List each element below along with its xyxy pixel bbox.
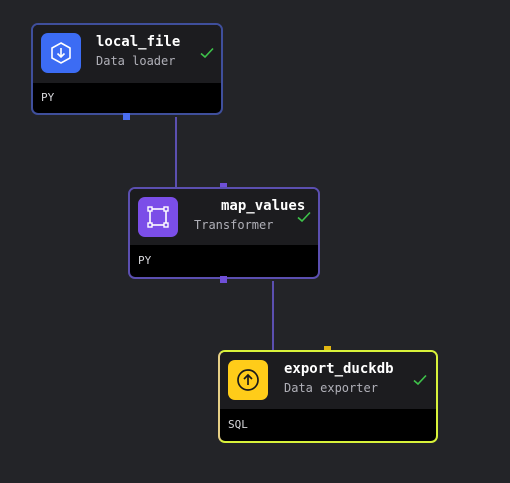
block-local-file[interactable]: local_file Data loader PY — [31, 23, 223, 115]
pipeline-canvas[interactable]: local_file Data loader PY map_values Tra… — [0, 0, 510, 483]
block-title: export_duckdb — [284, 361, 394, 377]
output-port-map-values[interactable] — [220, 276, 227, 283]
block-type: Transformer — [194, 218, 274, 232]
check-icon — [200, 47, 214, 59]
block-export-duckdb[interactable]: export_duckdb Data exporter SQL — [218, 350, 438, 443]
block-language: SQL — [228, 418, 248, 431]
block-language: PY — [138, 254, 152, 267]
block-header: local_file Data loader — [33, 25, 221, 83]
square-frame-icon — [138, 197, 178, 237]
block-title: local_file — [96, 34, 181, 50]
block-header: export_duckdb Data exporter — [220, 352, 436, 409]
output-port-local-file[interactable] — [123, 113, 130, 120]
block-language: PY — [41, 91, 55, 104]
upload-arrow-icon — [228, 360, 268, 400]
block-title: map_values — [221, 198, 306, 214]
edge-local-file-to-map-values[interactable] — [175, 117, 177, 187]
download-arrow-icon — [41, 33, 81, 73]
block-header: map_values Transformer — [130, 189, 318, 245]
edge-map-values-to-export-duckdb[interactable] — [272, 281, 274, 351]
check-icon — [413, 374, 427, 386]
block-map-values[interactable]: map_values Transformer PY — [128, 187, 320, 279]
check-icon — [297, 211, 311, 223]
block-type: Data exporter — [284, 381, 378, 395]
block-type: Data loader — [96, 54, 176, 68]
